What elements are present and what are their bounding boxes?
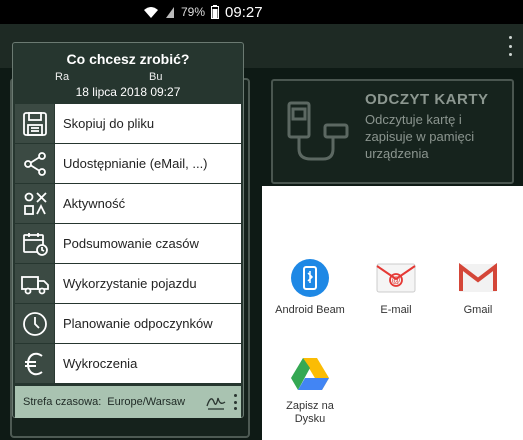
truck-icon [15, 264, 55, 303]
share-item-label: Android Beam [275, 304, 345, 316]
timezone-value: Europe/Warsaw [107, 396, 186, 408]
action-dialog: Co chcesz zrobić? Ra Bu 18 lipca 2018 09… [12, 42, 244, 418]
menu-item-vehicle-usage[interactable]: Wykorzystanie pojazdu [15, 263, 241, 303]
menu-item-label: Skopiuj do pliku [55, 104, 241, 143]
menu-item-label: Podsumowanie czasów [55, 224, 241, 263]
signature-icon [205, 392, 227, 415]
share-icon [15, 144, 55, 183]
menu-item-label: Wykroczenia [55, 344, 241, 383]
menu-item-label: Udostępnianie (eMail, ...) [55, 144, 241, 183]
timezone-label: Strefa czasowa: [23, 396, 102, 408]
share-item-label: Gmail [463, 304, 493, 316]
dialog-title: Co chcesz zrobić? [66, 51, 190, 67]
share-item-label: Zapisz na Dysku [286, 400, 334, 425]
battery-percent: 79% [181, 5, 206, 19]
read-card-button[interactable]: ODCZYT KARTY Odczytuje kartę i zapisuje … [271, 79, 514, 184]
card-reader-icon [283, 95, 355, 172]
menu-item-rest-planning[interactable]: Planowanie odpoczynków [15, 303, 241, 343]
gmail-icon [458, 258, 498, 298]
dialog-header-left: Ra [55, 71, 70, 83]
activity-icon [15, 184, 55, 223]
menu-item-share[interactable]: Udostępnianie (eMail, ...) [15, 143, 241, 183]
euro-icon [15, 344, 55, 383]
dialog-header-right: Bu [149, 71, 163, 83]
clock-icon [15, 304, 55, 343]
timezone-bar[interactable]: Strefa czasowa: Europe/Warsaw [15, 386, 241, 418]
svg-text:@: @ [391, 275, 400, 285]
share-item-label: E-mail [380, 304, 412, 316]
status-clock: 09:27 [225, 3, 263, 21]
email-icon: @ [376, 258, 416, 298]
menu-item-violations[interactable]: Wykroczenia [15, 343, 241, 383]
menu-item-time-summary[interactable]: Podsumowanie czasów [15, 223, 241, 263]
menu-item-label: Planowanie odpoczynków [55, 304, 241, 343]
share-email[interactable]: @ E-mail [356, 258, 436, 317]
share-google-drive[interactable]: Zapisz na Dysku [270, 354, 350, 426]
dialog-header: Co chcesz zrobić? Ra Bu 18 lipca 2018 09… [13, 43, 243, 101]
save-icon [15, 104, 55, 143]
dialog-menu: Skopiuj do pliku Udostępnianie (eMail, .… [15, 103, 241, 383]
status-bar: 79% 09:27 [0, 0, 523, 24]
share-sheet: Android Beam @ E-mail Gmail Zapisz na Dy… [262, 186, 523, 440]
overflow-menu-icon[interactable] [507, 36, 513, 56]
menu-item-copy-to-file[interactable]: Skopiuj do pliku [15, 103, 241, 143]
dialog-datetime: 18 lipca 2018 09:27 [75, 85, 181, 99]
battery-icon [211, 5, 220, 19]
google-drive-icon [290, 354, 330, 394]
android-beam-icon [290, 258, 330, 298]
share-android-beam[interactable]: Android Beam [270, 258, 350, 317]
status-right: 79% 09:27 [143, 3, 263, 21]
menu-item-label: Aktywność [55, 184, 241, 223]
timezone-menu-icon[interactable] [233, 394, 237, 410]
signal-icon [165, 5, 175, 19]
calendar-icon [15, 224, 55, 263]
wifi-icon [143, 5, 159, 19]
menu-item-activity[interactable]: Aktywność [15, 183, 241, 223]
menu-item-label: Wykorzystanie pojazdu [55, 264, 241, 303]
read-card-title: ODCZYT KARTY [365, 91, 489, 108]
read-card-description: Odczytuje kartę i zapisuje w pamięci urz… [365, 112, 475, 161]
share-gmail[interactable]: Gmail [438, 258, 518, 317]
